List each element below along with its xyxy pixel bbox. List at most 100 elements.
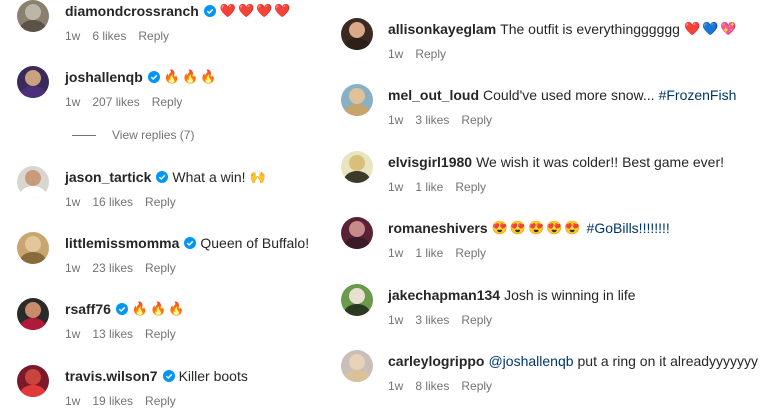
verified-badge-icon (147, 71, 160, 83)
avatar[interactable] (341, 217, 373, 249)
username[interactable]: jason_tartick (65, 168, 151, 186)
reply-button[interactable]: Reply (145, 195, 176, 209)
emoji-text: ❤️💙💖 (683, 21, 739, 36)
likes-count[interactable]: 13 likes (92, 327, 133, 341)
username[interactable]: diamondcrossranch (65, 2, 199, 20)
verified-badge-icon (115, 303, 128, 315)
likes-count[interactable]: 19 likes (92, 394, 133, 408)
comment-text: Killer boots (178, 368, 248, 384)
reply-button[interactable]: Reply (145, 394, 176, 408)
avatar[interactable] (341, 350, 373, 382)
avatar[interactable] (17, 232, 49, 264)
comment-meta: 1w 207 likes Reply (65, 94, 194, 110)
likes-count[interactable]: 1 like (415, 180, 443, 194)
comment-item: carleylogrippo @joshallenqb put a ring o… (336, 350, 768, 410)
hashtag-link[interactable]: #FrozenFish (659, 86, 737, 104)
comment-age: 1w (388, 180, 404, 194)
likes-count[interactable]: 8 likes (415, 379, 449, 393)
comment-age: 1w (65, 327, 81, 341)
likes-count[interactable]: 16 likes (92, 195, 133, 209)
emoji-text: ❤️❤️❤️❤️ (219, 3, 293, 18)
reply-button[interactable]: Reply (455, 246, 486, 260)
reply-button[interactable]: Reply (138, 29, 169, 43)
avatar[interactable] (17, 166, 49, 198)
reply-button[interactable]: Reply (455, 180, 486, 194)
username[interactable]: joshallenqb (65, 68, 143, 86)
comment-line: diamondcrossranch ❤️❤️❤️❤️ (65, 2, 293, 20)
username[interactable]: jakechapman134 (388, 286, 500, 304)
reply-button[interactable]: Reply (461, 313, 492, 327)
comment-item: allisonkayeglam The outfit is everything… (336, 18, 768, 78)
comment-meta: 1w 23 likes Reply (65, 260, 188, 276)
username[interactable]: rsaff76 (65, 300, 111, 318)
username[interactable]: carleylogrippo (388, 352, 484, 370)
comment-line: travis.wilson7 Killer boots (65, 367, 248, 385)
view-replies-button[interactable]: View replies (7) (72, 128, 194, 142)
comment-meta: 1w 1 like Reply (388, 245, 498, 261)
comment-age: 1w (388, 313, 404, 327)
comment-meta: 1w 13 likes Reply (65, 326, 188, 342)
comment-age: 1w (388, 379, 404, 393)
username[interactable]: travis.wilson7 (65, 367, 158, 385)
emoji-text: 🔥🔥🔥 (131, 301, 187, 316)
reply-button[interactable]: Reply (145, 327, 176, 341)
comment-text: put a ring on it alreadyyyyyyy (577, 353, 759, 369)
comment-age: 1w (65, 95, 81, 109)
emoji-text: 🙌 (249, 169, 268, 184)
emoji-text: 😍😍😍😍😍 (491, 220, 583, 235)
comment-text: Could've used more snow... (483, 87, 655, 103)
comment-meta: 1w 19 likes Reply (65, 393, 188, 409)
comment-text: Queen of Buffalo! (200, 235, 310, 251)
comment-line: jason_tartick What a win! 🙌 (65, 168, 268, 186)
username[interactable]: romaneshivers (388, 219, 488, 237)
comment-meta: 1w 3 likes Reply (388, 312, 504, 328)
comment-line: allisonkayeglam The outfit is everything… (388, 20, 739, 38)
avatar[interactable] (17, 298, 49, 330)
username[interactable]: mel_out_loud (388, 86, 479, 104)
username[interactable]: elvisgirl1980 (388, 153, 472, 171)
avatar[interactable] (341, 18, 373, 50)
reply-button[interactable]: Reply (152, 95, 183, 109)
reply-button[interactable]: Reply (461, 113, 492, 127)
mention-link[interactable]: @joshallenqb (488, 352, 573, 370)
comment-line: joshallenqb 🔥🔥🔥 (65, 68, 218, 86)
verified-badge-icon (203, 5, 216, 17)
avatar[interactable] (341, 84, 373, 116)
comment-line: littlemissmomma Queen of Buffalo! (65, 234, 309, 252)
likes-count[interactable]: 207 likes (92, 95, 139, 109)
comment-item: jakechapman134 Josh is winning in life 1… (336, 284, 768, 344)
comment-age: 1w (388, 246, 404, 260)
comment-item: mel_out_loud Could've used more snow... … (336, 84, 768, 144)
comment-item: joshallenqb 🔥🔥🔥 1w 207 likes Reply (0, 66, 330, 126)
reply-button[interactable]: Reply (415, 47, 446, 61)
likes-count[interactable]: 23 likes (92, 261, 133, 275)
username[interactable]: allisonkayeglam (388, 20, 496, 38)
comment-age: 1w (65, 261, 81, 275)
avatar[interactable] (17, 0, 49, 32)
comment-meta: 1w Reply (388, 46, 458, 62)
view-replies-label: View replies (7) (112, 128, 195, 142)
comment-meta: 1w 3 likes Reply (388, 112, 504, 128)
avatar[interactable] (17, 365, 49, 397)
reply-button[interactable]: Reply (461, 379, 492, 393)
comment-age: 1w (388, 113, 404, 127)
comment-age: 1w (388, 47, 404, 61)
avatar[interactable] (17, 66, 49, 98)
emoji-text: 🔥🔥🔥 (163, 69, 219, 84)
reply-button[interactable]: Reply (145, 261, 176, 275)
comment-meta: 1w 6 likes Reply (65, 28, 181, 44)
likes-count[interactable]: 1 like (415, 246, 443, 260)
replies-divider (72, 134, 96, 136)
likes-count[interactable]: 3 likes (415, 313, 449, 327)
avatar[interactable] (341, 284, 373, 316)
avatar[interactable] (341, 151, 373, 183)
likes-count[interactable]: 6 likes (92, 29, 126, 43)
username[interactable]: littlemissmomma (65, 234, 179, 252)
comment-age: 1w (65, 29, 81, 43)
verified-badge-icon (184, 237, 197, 249)
comment-age: 1w (65, 195, 81, 209)
verified-badge-icon (162, 370, 175, 382)
likes-count[interactable]: 3 likes (415, 113, 449, 127)
comment-text: Josh is winning in life (504, 287, 636, 303)
hashtag-link[interactable]: #GoBills!!!!!!!! (587, 219, 670, 237)
